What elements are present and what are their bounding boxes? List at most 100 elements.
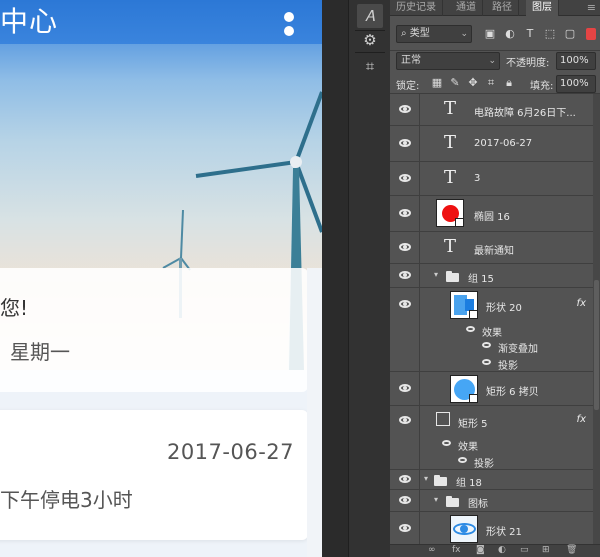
layer-filter-row: ⌕ 类型 ⌄ ▣ ◐ T ⬚ ▢ <box>390 22 600 46</box>
folder-icon <box>434 475 447 486</box>
folder-icon <box>446 496 459 507</box>
visibility-eye-icon[interactable] <box>399 384 411 392</box>
visibility-eye-icon[interactable] <box>399 174 411 182</box>
lock-transparent-icon[interactable]: ▦ <box>430 76 444 90</box>
visibility-eye-icon[interactable] <box>399 300 411 308</box>
text-layer-icon: T <box>444 132 457 153</box>
layer-row[interactable]: 椭圆 16 <box>390 196 600 232</box>
visibility-eye-icon[interactable] <box>399 243 411 251</box>
layer-row[interactable]: 形状 20 fx <box>390 288 600 322</box>
chevron-down-icon[interactable]: ▾ <box>434 270 438 279</box>
canvas-edge <box>307 268 322 557</box>
shape-filter-icon[interactable]: ⬚ <box>542 26 558 42</box>
effect-row[interactable]: 投影 <box>390 354 600 372</box>
group-row[interactable]: ▾ 组 15 <box>390 264 600 288</box>
group-row[interactable]: ▾ 图标 <box>390 490 600 512</box>
visibility-eye-icon[interactable] <box>399 271 411 279</box>
visibility-eye-icon[interactable] <box>399 496 411 504</box>
layer-name: 形状 21 <box>486 527 522 538</box>
visibility-eye-icon[interactable] <box>399 475 411 483</box>
layer-row[interactable]: T 3 <box>390 162 600 196</box>
3d-panel-icon[interactable]: ⚙ <box>357 28 383 52</box>
layer-row[interactable]: 形状 21 <box>390 512 600 544</box>
smart-filter-icon[interactable]: ▢ <box>562 26 578 42</box>
adjust-filter-icon[interactable]: ◐ <box>502 26 518 42</box>
search-icon: ⌕ <box>401 28 410 39</box>
layer-row[interactable]: 矩形 6 拷贝 <box>390 372 600 406</box>
notice-text: 下午停电3小时 <box>0 488 133 512</box>
fx-icon[interactable]: fx <box>452 545 461 555</box>
opacity-input[interactable]: 100% <box>556 52 596 70</box>
new-layer-icon[interactable]: ⊞ <box>542 545 550 555</box>
photoshop-window: 中心 您! 星期一 2017-06-27 下午停电3小时 𝐴 ⚙ ⌗ 历史记录 … <box>0 0 600 557</box>
effect-name: 渐变叠加 <box>498 344 538 355</box>
layers-scrollbar[interactable] <box>593 94 600 544</box>
crop-icon[interactable]: ⌗ <box>357 54 383 78</box>
layer-name: 组 15 <box>468 274 494 285</box>
filter-toggle[interactable] <box>586 28 596 40</box>
effect-eye-icon[interactable] <box>482 359 491 365</box>
visibility-eye-icon[interactable] <box>399 209 411 217</box>
scrollbar-thumb[interactable] <box>594 280 599 410</box>
blend-mode-select[interactable]: 正常 ⌄ <box>396 52 500 70</box>
fill-input[interactable]: 100% <box>556 75 596 93</box>
folder-icon[interactable]: ▭ <box>520 545 529 555</box>
effect-eye-icon[interactable] <box>442 440 451 446</box>
layer-row[interactable]: T 最新通知 <box>390 232 600 264</box>
document-canvas[interactable]: 中心 您! 星期一 2017-06-27 下午停电3小时 <box>0 0 322 557</box>
notice-card[interactable]: 2017-06-27 下午停电3小时 <box>0 410 308 540</box>
fx-icon[interactable]: fx <box>577 298 586 309</box>
fx-icon[interactable]: fx <box>577 414 586 425</box>
blend-mode-value: 正常 <box>401 55 421 66</box>
layer-row[interactable]: T 2017-06-27 <box>390 126 600 162</box>
group-row[interactable]: ▾ 组 18 <box>390 470 600 490</box>
effects-row[interactable]: 效果 <box>390 436 600 453</box>
greeting-text: 您! <box>0 296 29 320</box>
visibility-eye-icon[interactable] <box>399 416 411 424</box>
lock-row: 锁定: ▦ ✎ ✥ ⌗ 🔒︎ 填充: 100% <box>390 74 600 94</box>
circle-thumbnail <box>450 375 478 403</box>
lock-move-icon[interactable]: ✥ <box>466 76 480 90</box>
character-panel-icon[interactable]: 𝐴 <box>357 4 383 28</box>
tab-layers[interactable]: 图层 <box>526 0 559 16</box>
type-filter-icon[interactable]: T <box>522 26 538 42</box>
layer-row[interactable]: 矩形 5 fx <box>390 406 600 436</box>
chevron-down-icon: ⌄ <box>460 29 468 39</box>
effect-eye-icon[interactable] <box>466 326 475 332</box>
app-header-bar: 中心 <box>0 0 322 44</box>
filter-kind-label: 类型 <box>409 28 430 39</box>
layer-name: 矩形 5 <box>458 419 488 430</box>
lock-all-icon[interactable]: 🔒︎ <box>502 76 516 90</box>
ellipse-thumbnail <box>436 199 464 227</box>
workspace-background <box>322 0 348 557</box>
tab-history[interactable]: 历史记录 <box>390 0 443 16</box>
chevron-down-icon[interactable]: ▾ <box>424 474 428 483</box>
tab-paths[interactable]: 路径 <box>486 0 519 16</box>
layers-footer: ∞ fx ◙ ◐ ▭ ⊞ 🗑︎ <box>390 544 600 557</box>
lock-artboard-icon[interactable]: ⌗ <box>484 76 498 90</box>
mask-icon[interactable]: ◙ <box>476 545 485 555</box>
layer-name: 形状 20 <box>486 303 522 314</box>
chevron-down-icon[interactable]: ▾ <box>434 495 438 504</box>
link-icon[interactable]: ∞ <box>428 545 436 555</box>
opacity-label: 不透明度: <box>506 58 550 69</box>
shape-thumbnail <box>450 291 478 319</box>
visibility-eye-icon[interactable] <box>399 524 411 532</box>
layer-row[interactable]: T 电路故障 6月26日下... <box>390 94 600 126</box>
more-menu-icon[interactable] <box>282 12 296 44</box>
lock-brush-icon[interactable]: ✎ <box>448 76 462 90</box>
effect-eye-icon[interactable] <box>458 457 467 463</box>
effects-row[interactable]: 效果 <box>390 322 600 339</box>
visibility-eye-icon[interactable] <box>399 139 411 147</box>
filter-kind-select[interactable]: ⌕ 类型 ⌄ <box>396 25 472 43</box>
effect-eye-icon[interactable] <box>482 342 491 348</box>
tab-channels[interactable]: 通道 <box>450 0 483 16</box>
effect-row[interactable]: 投影 <box>390 452 600 470</box>
visibility-eye-icon[interactable] <box>399 105 411 113</box>
effect-name: 效果 <box>458 442 478 453</box>
image-filter-icon[interactable]: ▣ <box>482 26 498 42</box>
adjustment-icon[interactable]: ◐ <box>498 545 506 555</box>
panel-menu-icon[interactable]: ≡ <box>587 1 596 14</box>
trash-icon[interactable]: 🗑︎ <box>566 545 577 555</box>
effect-row[interactable]: 渐变叠加 <box>390 338 600 355</box>
